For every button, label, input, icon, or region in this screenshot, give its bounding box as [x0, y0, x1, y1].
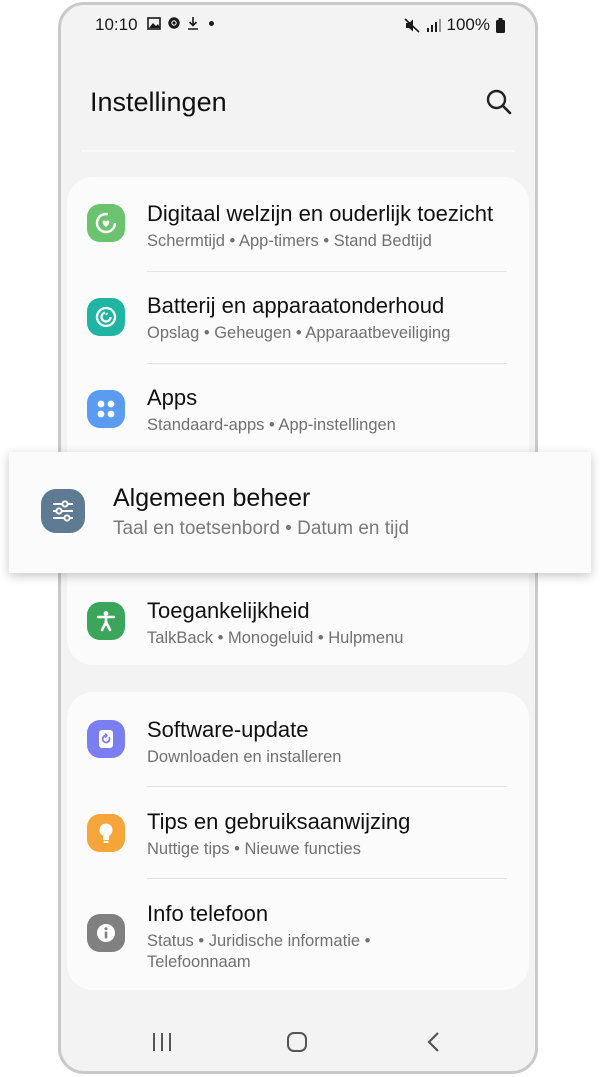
- back-button[interactable]: [419, 1027, 449, 1057]
- setting-subtitle: TalkBack • Monogeluid • Hulpmenu: [147, 629, 404, 647]
- settings-card-main: Digitaal welzijn en ouderlijk toezicht S…: [67, 177, 529, 665]
- digital-wellbeing-icon: [87, 204, 125, 242]
- search-button[interactable]: [485, 88, 515, 118]
- setting-title: Apps: [147, 385, 198, 410]
- setting-tips[interactable]: Tips en gebruiksaanwijzing Nuttige tips …: [67, 786, 529, 878]
- home-button[interactable]: [282, 1027, 312, 1057]
- tips-icon: [87, 814, 125, 852]
- navigation-bar: [61, 1011, 535, 1071]
- setting-subtitle: Taal en toetsenbord • Datum en tijd: [113, 518, 410, 539]
- page-title: Instellingen: [90, 87, 227, 117]
- setting-title: Toegankelijkheid: [147, 598, 310, 623]
- setting-subtitle: Status • Juridische informatie • Telefoo…: [147, 932, 371, 971]
- apps-icon: [87, 390, 125, 428]
- notification-dot-icon: [209, 20, 214, 26]
- setting-subtitle: Standaard-apps • App-instellingen: [147, 416, 396, 434]
- status-icons-left: [147, 16, 214, 30]
- settings-card-support: Software-update Downloaden en installere…: [67, 692, 529, 990]
- search-icon: [486, 89, 512, 115]
- setting-title: Software-update: [147, 717, 309, 742]
- recent-apps-icon: [153, 1033, 171, 1051]
- general-management-icon: [41, 489, 85, 533]
- gallery-icon: [147, 16, 161, 30]
- header-divider: [81, 150, 515, 152]
- setting-accessibility[interactable]: Toegankelijkheid TalkBack • Monogeluid •…: [67, 577, 529, 665]
- battery-icon: [496, 17, 505, 33]
- setting-apps[interactable]: Apps Standaard-apps • App-instellingen: [67, 363, 529, 455]
- status-time: 10:10: [95, 15, 138, 34]
- battery-percentage: 100%: [446, 15, 490, 34]
- device-care-icon: [87, 298, 125, 336]
- mute-icon: [403, 17, 420, 33]
- setting-title: Digitaal welzijn en ouderlijk toezicht: [147, 201, 494, 226]
- signal-icon: [426, 19, 441, 32]
- accessibility-icon: [87, 602, 125, 640]
- status-icons-right: 100%: [403, 15, 505, 35]
- info-icon: [87, 914, 125, 952]
- setting-digital-wellbeing[interactable]: Digitaal welzijn en ouderlijk toezicht S…: [67, 177, 529, 269]
- setting-general-management[interactable]: Algemeen beheer Taal en toetsenbord • Da…: [9, 452, 591, 573]
- download-icon: [188, 17, 198, 30]
- setting-title: Batterij en apparaatonderhoud: [147, 293, 445, 318]
- setting-title: Algemeen beheer: [113, 484, 311, 512]
- setting-subtitle: Downloaden en installeren: [147, 748, 342, 766]
- gear-icon: [168, 17, 180, 29]
- back-icon: [427, 1032, 439, 1052]
- setting-subtitle: Nuttige tips • Nieuwe functies: [147, 840, 361, 858]
- recent-apps-button[interactable]: [147, 1027, 177, 1057]
- home-icon: [287, 1032, 307, 1052]
- setting-title: Info telefoon: [147, 901, 269, 926]
- setting-subtitle: Opslag • Geheugen • Apparaatbeveiliging: [147, 324, 451, 342]
- setting-battery-device-care[interactable]: Batterij en apparaatonderhoud Opslag • G…: [67, 271, 529, 363]
- status-bar: 10:10 100%: [61, 5, 535, 45]
- setting-about-phone[interactable]: Info telefoon Status • Juridische inform…: [67, 878, 529, 990]
- setting-subtitle: Schermtijd • App-timers • Stand Bedtijd: [147, 232, 432, 250]
- setting-title: Tips en gebruiksaanwijzing: [147, 809, 411, 834]
- setting-software-update[interactable]: Software-update Downloaden en installere…: [67, 692, 529, 784]
- software-update-icon: [87, 720, 125, 758]
